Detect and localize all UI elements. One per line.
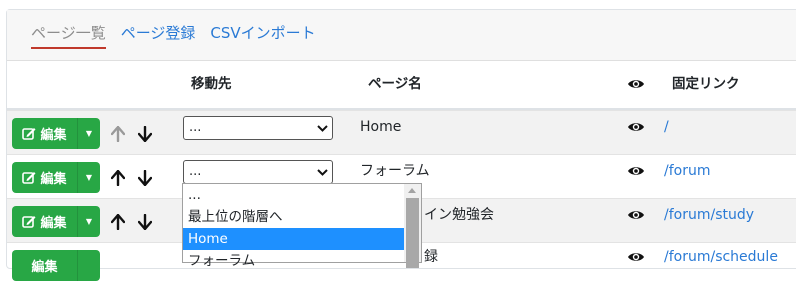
- edit-icon: [22, 216, 36, 228]
- column-header-move-to: 移動先: [191, 76, 232, 92]
- permalink-link[interactable]: /forum/schedule: [664, 247, 778, 267]
- eye-icon: [628, 80, 644, 88]
- edit-button-label: 編集: [40, 216, 67, 231]
- tab-csv-import[interactable]: CSVインポート: [210, 23, 315, 49]
- edit-button[interactable]: 編集: [12, 118, 77, 149]
- permalink-link[interactable]: /forum: [664, 161, 710, 181]
- edit-button-group: 編集 ▼: [12, 118, 100, 149]
- move-down-button[interactable]: [135, 162, 155, 193]
- permalink-link[interactable]: /forum/study: [664, 205, 754, 225]
- edit-icon: [22, 172, 36, 184]
- eye-icon: [628, 211, 644, 219]
- edit-button-group: 編集 ▼: [12, 206, 100, 237]
- move-up-button[interactable]: [108, 162, 128, 193]
- eye-icon: [628, 123, 644, 131]
- move-to-select-value: ...: [189, 164, 202, 179]
- move-to-select[interactable]: ...: [183, 116, 333, 140]
- column-header-permalink: 固定リンク: [672, 76, 740, 92]
- arrow-down-icon: [138, 213, 152, 230]
- arrow-up-icon: [111, 125, 125, 142]
- table-row: 編集 ▼ ... Home /: [7, 110, 796, 154]
- chevron-down-icon: [317, 125, 328, 132]
- permalink-link[interactable]: /: [664, 117, 669, 137]
- eye-icon: [628, 253, 644, 261]
- move-down-button[interactable]: [135, 206, 155, 237]
- edit-dropdown-toggle[interactable]: ▼: [77, 118, 100, 149]
- tab-page-list[interactable]: ページ一覧: [31, 23, 106, 49]
- edit-button-label: 編集: [40, 128, 67, 143]
- tab-bar: ページ一覧 ページ登録 CSVインポート: [31, 23, 316, 49]
- page-name: Home: [360, 119, 402, 135]
- move-to-dropdown-list[interactable]: ... 最上位の階層へ Home フォーラム: [182, 183, 422, 269]
- edit-dropdown-toggle[interactable]: ▼: [77, 162, 100, 193]
- card-header: ページ一覧 ページ登録 CSVインポート: [7, 10, 796, 61]
- edit-icon: [22, 128, 36, 140]
- edit-button[interactable]: 編集: [12, 206, 77, 237]
- edit-dropdown-toggle[interactable]: ▼: [77, 206, 100, 237]
- tab-page-register[interactable]: ページ登録: [121, 23, 196, 49]
- dropdown-scrollbar[interactable]: [404, 184, 421, 268]
- column-header-page-name: ページ名: [368, 76, 422, 92]
- page-name: フォーラム: [360, 163, 430, 179]
- dropdown-option[interactable]: ...: [183, 184, 405, 206]
- page-name: 録: [424, 249, 438, 265]
- page-name: イン勉強会: [424, 207, 494, 223]
- arrow-down-icon: [138, 125, 152, 142]
- dropdown-option-highlighted[interactable]: Home: [183, 228, 405, 250]
- move-down-button[interactable]: [135, 118, 155, 149]
- move-up-button[interactable]: [108, 118, 128, 149]
- edit-button[interactable]: 編集: [12, 162, 77, 193]
- arrow-up-icon: [111, 169, 125, 186]
- edit-button-group: 編集 ▼: [12, 162, 100, 193]
- move-up-button[interactable]: [108, 206, 128, 237]
- edit-button-label: 編集: [31, 260, 58, 275]
- scrollbar-thumb[interactable]: [406, 198, 419, 268]
- dropdown-option[interactable]: フォーラム: [183, 250, 405, 272]
- arrow-down-icon: [138, 169, 152, 186]
- arrow-up-icon: [111, 213, 125, 230]
- dropdown-option[interactable]: 最上位の階層へ: [183, 206, 405, 228]
- edit-button-label: 編集: [40, 172, 67, 187]
- move-to-select[interactable]: ...: [183, 160, 333, 184]
- caret-down-icon: ▼: [85, 173, 93, 182]
- move-to-select-value: ...: [189, 120, 202, 135]
- caret-down-icon: ▼: [85, 217, 93, 226]
- caret-down-icon: ▼: [85, 129, 93, 138]
- eye-icon: [628, 167, 644, 175]
- scroll-up-icon[interactable]: [408, 188, 416, 193]
- chevron-down-icon: [317, 169, 328, 176]
